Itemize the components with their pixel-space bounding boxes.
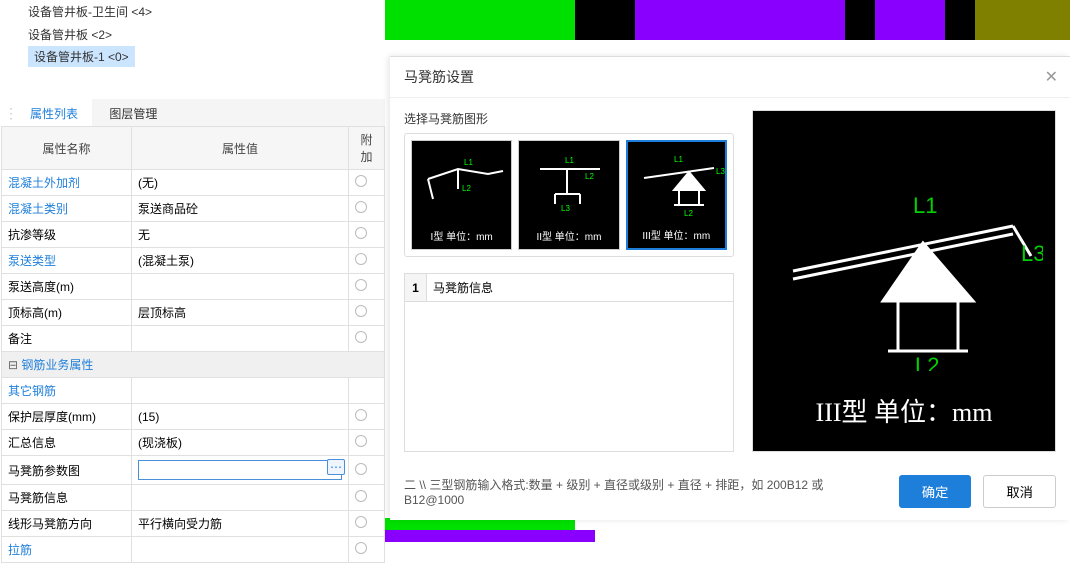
prop-name: 拉筋 (2, 537, 132, 563)
prop-value[interactable]: (现浇板) (132, 430, 349, 456)
extra-radio[interactable] (355, 175, 367, 187)
tree-item[interactable]: 设备管井板-卫生间 <4> (28, 0, 385, 23)
extra-radio[interactable] (355, 542, 367, 554)
section-label: 选择马凳筋图形 (404, 110, 734, 127)
dialog-title-bar: 马凳筋设置 ✕ (390, 57, 1070, 98)
tree-item-selected[interactable]: 设备管井板-1 <0> (28, 46, 135, 67)
extra-radio[interactable] (355, 435, 367, 447)
prop-value[interactable] (132, 274, 349, 300)
prop-name: 线形马凳筋方向 (2, 511, 132, 537)
prop-name: 混凝土外加剂 (2, 170, 132, 196)
prop-value[interactable]: 无 (132, 222, 349, 248)
thumbnail-row: L1 L2 I型 单位：mm L1 L2 L3 II型 单位：mm L1 L3 L2 II… (404, 133, 734, 257)
prop-value[interactable] (132, 485, 349, 511)
thumb-label: III型 单位：mm (628, 227, 725, 242)
thumb-label: II型 单位：mm (519, 228, 618, 243)
color-strip-top (385, 0, 1070, 40)
prop-name: 顶标高(m) (2, 300, 132, 326)
madeng-dialog: 马凳筋设置 ✕ 选择马凳筋图形 L1 L2 I型 单位：mm L1 L2 L3 II型… (390, 56, 1070, 520)
svg-text:L2: L2 (684, 209, 693, 218)
cancel-button[interactable]: 取消 (983, 475, 1056, 508)
svg-text:L2: L2 (462, 184, 471, 193)
prop-value[interactable]: (15) (132, 404, 349, 430)
thumb-type-1[interactable]: L1 L2 I型 单位：mm (411, 140, 512, 250)
label-l2: L2 (915, 353, 939, 371)
prop-value[interactable]: 泵送商品砼 (132, 196, 349, 222)
thumb-type-2[interactable]: L1 L2 L3 II型 单位：mm (518, 140, 619, 250)
extra-radio[interactable] (355, 305, 367, 317)
prop-name: 抗渗等级 (2, 222, 132, 248)
svg-text:L3: L3 (561, 204, 570, 213)
ellipsis-button[interactable]: ⋯ (327, 459, 345, 475)
preview-pane: L1 L3 L2 III型 单位：mm (752, 110, 1056, 452)
svg-text:L1: L1 (674, 155, 683, 164)
extra-radio[interactable] (355, 201, 367, 213)
prop-value-input-cell: ⋯ (132, 456, 349, 485)
svg-text:L1: L1 (565, 156, 574, 165)
prop-value[interactable] (132, 537, 349, 563)
extra-radio[interactable] (355, 227, 367, 239)
thumb-type-3[interactable]: L1 L3 L2 III型 单位：mm (626, 140, 727, 250)
madeng-param-input[interactable] (138, 460, 342, 480)
extra-radio[interactable] (355, 279, 367, 291)
prop-value[interactable]: 平行横向受力筋 (132, 511, 349, 537)
extra-radio[interactable] (355, 490, 367, 502)
prop-name: 马凳筋信息 (2, 485, 132, 511)
extra-radio[interactable] (355, 331, 367, 343)
info-empty[interactable] (405, 302, 734, 452)
svg-text:L1: L1 (464, 158, 473, 167)
prop-name: 泵送高度(m) (2, 274, 132, 300)
extra-radio[interactable] (355, 409, 367, 421)
prop-name: 泵送类型 (2, 248, 132, 274)
prop-name: 混凝土类别 (2, 196, 132, 222)
prop-value[interactable]: 层顶标高 (132, 300, 349, 326)
preview-caption: III型 单位：mm (753, 392, 1055, 429)
prop-name: 汇总信息 (2, 430, 132, 456)
col-name: 属性名称 (2, 127, 132, 170)
col-value: 属性值 (132, 127, 349, 170)
prop-name: 备注 (2, 326, 132, 352)
svg-text:L3: L3 (716, 167, 725, 176)
thumb-label: I型 单位：mm (412, 228, 511, 243)
extra-radio[interactable] (355, 516, 367, 528)
extra-radio[interactable] (355, 463, 367, 475)
ok-button[interactable]: 确定 (899, 475, 972, 508)
prop-value[interactable]: (混凝土泵) (132, 248, 349, 274)
col-extra: 附加 (349, 127, 385, 170)
svg-text:L2: L2 (585, 172, 594, 181)
row-number: 1 (405, 274, 427, 302)
tree-item[interactable]: 设备管井板 <2> (28, 23, 385, 46)
info-table: 1马凳筋信息 (404, 273, 734, 452)
close-icon[interactable]: ✕ (1045, 67, 1058, 87)
prop-name: 其它钢筋 (2, 378, 132, 404)
info-header: 马凳筋信息 (427, 274, 734, 302)
label-l1: L1 (913, 193, 937, 218)
label-l3: L3 (1021, 241, 1043, 266)
extra-radio[interactable] (355, 253, 367, 265)
component-tree: 设备管井板-卫生间 <4> 设备管井板 <2> 设备管井板-1 <0> (0, 0, 385, 67)
hint-text: 二 \\ 三型钢筋输入格式:数量 + 级别 + 直径或级别 + 直径 + 排距，… (404, 476, 887, 507)
dialog-title: 马凳筋设置 (404, 69, 474, 85)
prop-value[interactable]: (无) (132, 170, 349, 196)
group-header[interactable]: ⊟ 钢筋业务属性 (2, 352, 385, 378)
property-table: 属性名称 属性值 附加 混凝土外加剂(无) 混凝土类别泵送商品砼 抗渗等级无 泵… (1, 126, 385, 563)
prop-value[interactable] (132, 378, 349, 404)
prop-value[interactable] (132, 326, 349, 352)
tab-layers[interactable]: 图层管理 (95, 99, 171, 128)
prop-name: 马凳筋参数图 (2, 456, 132, 485)
prop-name: 保护层厚度(mm) (2, 404, 132, 430)
